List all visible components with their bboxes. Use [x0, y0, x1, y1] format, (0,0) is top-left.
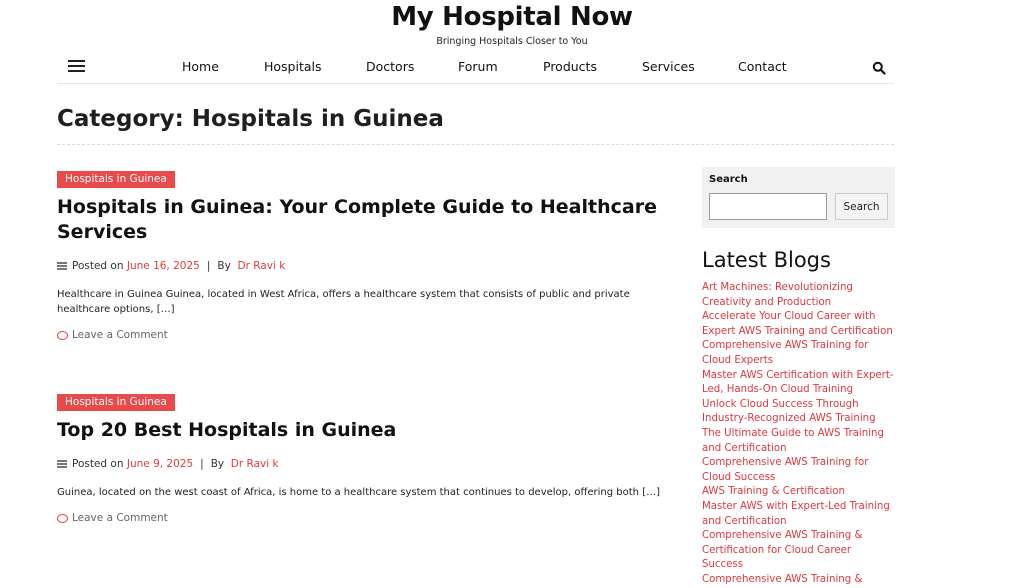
latest-blog-link[interactable]: AWS Training & Certification [702, 485, 894, 500]
sidebar-search-button[interactable]: Search [835, 193, 888, 220]
post-excerpt: Guinea, located on the west coast of Afr… [57, 487, 660, 498]
meta-separator: | [200, 458, 204, 470]
comment-icon [57, 513, 68, 523]
latest-blogs-heading: Latest Blogs [702, 248, 831, 272]
nav-forum[interactable]: Forum [458, 59, 498, 74]
title-divider [57, 144, 894, 145]
latest-blogs-list: Art Machines: Revolutionizing Creativity… [702, 281, 894, 587]
sidebar-search-widget: Search Search [702, 167, 895, 228]
nav-hospitals[interactable]: Hospitals [264, 59, 322, 74]
latest-blog-link[interactable]: Accelerate Your Cloud Career with Expert… [702, 310, 894, 339]
latest-blog-link[interactable]: Comprehensive AWS Training for Cloud Suc… [702, 456, 894, 485]
post-card: Hospitals in Guinea Top 20 Best Hospital… [57, 390, 677, 524]
site-tagline: Bringing Hospitals Closer to You [436, 36, 588, 47]
search-icon[interactable] [872, 60, 886, 75]
sidebar-search-input[interactable] [709, 193, 827, 220]
nav-doctors[interactable]: Doctors [366, 59, 414, 74]
post-meta: Posted on June 9, 2025 | By Dr Ravi k [57, 457, 677, 471]
category-badge[interactable]: Hospitals in Guinea [57, 394, 175, 411]
search-label: Search [709, 174, 748, 185]
list-icon [57, 460, 67, 468]
posted-on-label: Posted on [72, 260, 124, 272]
posted-on-label: Posted on [72, 458, 124, 470]
leave-comment-label[interactable]: Leave a Comment [72, 512, 168, 524]
latest-blog-link[interactable]: Master AWS Certification with Expert-Led… [702, 369, 894, 398]
page-title: Category: Hospitals in Guinea [57, 106, 444, 132]
meta-separator: | [206, 260, 211, 272]
post-excerpt: Healthcare in Guinea Guinea, located in … [57, 289, 630, 315]
latest-blog-link[interactable]: Comprehensive AWS Training & Certificati… [702, 529, 894, 573]
nav-contact[interactable]: Contact [738, 59, 787, 74]
latest-blog-link[interactable]: Comprehensive AWS Training & [702, 573, 894, 588]
list-icon [57, 262, 67, 270]
by-label: By [217, 260, 231, 272]
category-badge[interactable]: Hospitals in Guinea [57, 171, 175, 188]
post-meta: Posted on June 16, 2025 | By Dr Ravi k [57, 259, 677, 273]
latest-blog-link[interactable]: Unlock Cloud Success Through Industry-Re… [702, 398, 894, 427]
comment-icon [57, 330, 68, 340]
latest-blog-link[interactable]: Comprehensive AWS Training for Cloud Exp… [702, 339, 894, 368]
post-card: Hospitals in Guinea Hospitals in Guinea:… [57, 167, 677, 341]
nav-products[interactable]: Products [543, 59, 597, 74]
leave-comment-link[interactable]: Leave a Comment [57, 329, 677, 341]
latest-blog-link[interactable]: Art Machines: Revolutionizing Creativity… [702, 281, 894, 310]
leave-comment-label[interactable]: Leave a Comment [72, 329, 168, 341]
nav-home[interactable]: Home [182, 59, 219, 74]
post-date[interactable]: June 9, 2025 [127, 458, 193, 470]
post-title[interactable]: Hospitals in Guinea: Your Complete Guide… [57, 195, 677, 245]
nav-services[interactable]: Services [642, 59, 695, 74]
post-author[interactable]: Dr Ravi k [231, 458, 279, 470]
post-author[interactable]: Dr Ravi k [237, 260, 285, 272]
post-date[interactable]: June 16, 2025 [127, 260, 200, 272]
site-title[interactable]: My Hospital Now [0, 2, 1024, 32]
leave-comment-link[interactable]: Leave a Comment [57, 512, 677, 524]
post-title[interactable]: Top 20 Best Hospitals in Guinea [57, 418, 677, 443]
latest-blog-link[interactable]: The Ultimate Guide to AWS Training and C… [702, 427, 894, 456]
main-navigation: Home Hospitals Doctors Forum Products Se… [57, 52, 894, 84]
by-label: By [210, 458, 225, 470]
hamburger-icon[interactable] [68, 59, 85, 73]
latest-blog-link[interactable]: Master AWS with Expert-Led Training and … [702, 500, 894, 529]
